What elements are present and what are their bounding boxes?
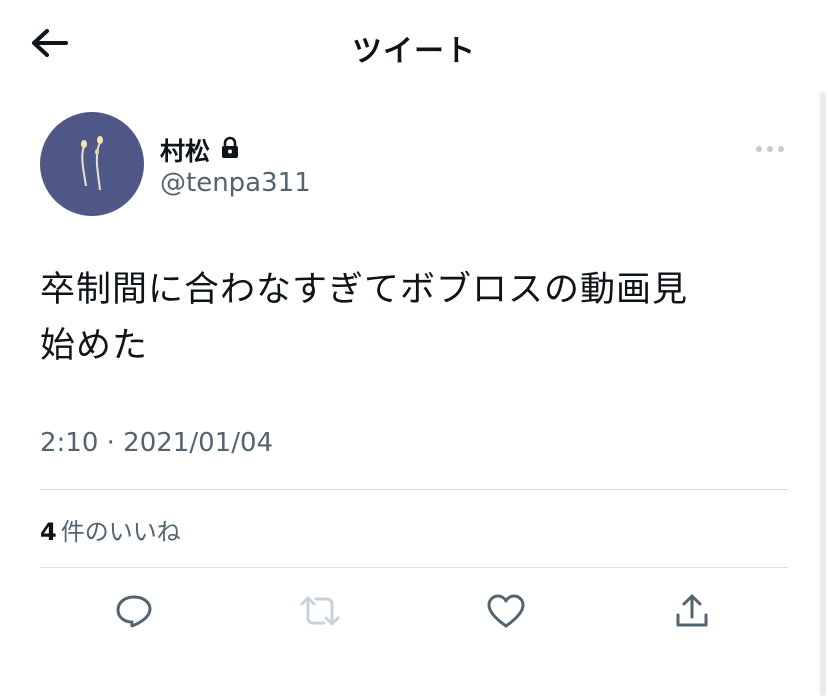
author-name-row[interactable]: 村松: [160, 132, 240, 168]
avatar[interactable]: [40, 112, 144, 216]
sprout-illustration: [81, 136, 103, 191]
reply-bubble-icon: [114, 593, 154, 633]
divider: [40, 489, 788, 490]
tweet-text-line: 始めた: [40, 326, 149, 366]
retweet-button[interactable]: [294, 588, 346, 638]
like-button[interactable]: [480, 588, 532, 638]
divider: [40, 567, 788, 568]
reply-button[interactable]: [108, 588, 160, 638]
top-nav-bar: ツイート: [0, 0, 828, 92]
likes-count-link[interactable]: 4 件のいいね: [40, 512, 181, 547]
retweet-icon: [298, 594, 342, 632]
share-icon: [674, 593, 710, 633]
tweet-text: 卒制間に合わなすぎてボブロスの動画見 始めた: [40, 262, 800, 374]
scrollbar[interactable]: [820, 92, 826, 696]
author-handle[interactable]: @tenpa311: [160, 168, 311, 198]
likes-count: 4: [40, 518, 57, 546]
tweet-text-line: 卒制間に合わなすぎてボブロスの動画見: [40, 270, 689, 310]
more-dots-icon: [755, 138, 785, 157]
lock-icon: [220, 136, 240, 164]
display-name: 村松: [160, 137, 211, 166]
share-button[interactable]: [666, 588, 718, 638]
heart-icon: [486, 593, 526, 633]
tweet-timestamp[interactable]: 2:10 · 2021/01/04: [40, 428, 273, 458]
likes-label: 件のいいね: [60, 518, 181, 546]
more-options-button[interactable]: [748, 132, 792, 162]
page-title: ツイート: [352, 34, 476, 69]
